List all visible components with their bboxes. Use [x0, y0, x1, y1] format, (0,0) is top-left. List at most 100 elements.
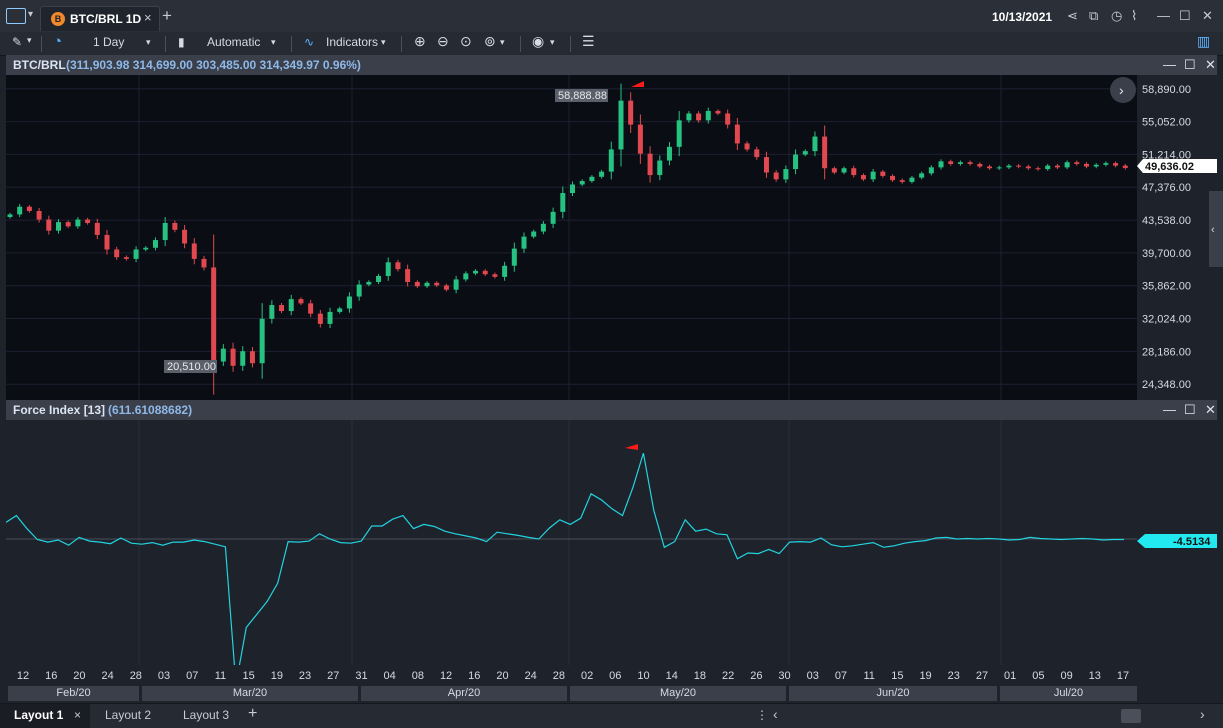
candle-type-icon[interactable]: ▮ — [178, 35, 185, 49]
pencil-dropdown-icon[interactable]: ▾ — [27, 35, 32, 46]
candle-body — [1113, 163, 1119, 166]
candle-body — [298, 299, 304, 304]
pane-maximize-icon[interactable]: ☐ — [1184, 402, 1196, 418]
pane-close-icon[interactable]: ✕ — [1205, 57, 1216, 73]
layout-menu-icon[interactable]: ⋮ — [756, 708, 768, 722]
clock-icon[interactable]: ◷ — [1111, 8, 1122, 24]
alert-icon[interactable]: ⌇ — [1131, 8, 1137, 24]
layout-close-icon[interactable]: × — [74, 708, 81, 722]
add-layout-icon[interactable]: + — [248, 705, 257, 723]
settings-icon[interactable]: ☰ — [582, 33, 595, 50]
force-pane-values: (611.61088682) — [108, 403, 193, 417]
share-icon[interactable]: ⋖ — [1067, 8, 1078, 24]
x-tick-label: 26 — [750, 670, 762, 682]
candle-body — [182, 229, 188, 244]
candle-body — [85, 219, 91, 223]
app-chart-icon[interactable] — [6, 8, 26, 24]
tab-close-icon[interactable]: × — [144, 10, 152, 25]
candle-body — [802, 151, 808, 155]
scrollbar-thumb[interactable] — [1121, 709, 1141, 723]
force-index-chart[interactable] — [6, 420, 1137, 665]
month-axis: Feb/20 Mar/20 Apr/20 May/20 Jun/20 Jul/20 — [6, 685, 1137, 702]
maximize-icon[interactable]: ☐ — [1179, 8, 1191, 24]
zoom-dropdown-icon[interactable]: ▾ — [500, 37, 505, 48]
candle-body — [734, 124, 740, 144]
y-tick-label: 28,186.00 — [1142, 346, 1191, 358]
scroll-left-icon[interactable]: ‹ — [773, 706, 778, 722]
x-tick-label: 22 — [722, 670, 734, 682]
chart-type-select[interactable]: Automatic — [207, 35, 260, 49]
candle-body — [521, 236, 527, 249]
x-tick-label: 19 — [271, 670, 283, 682]
price-pane-values: (311,903.98 314,699.00 303,485.00 314,34… — [66, 58, 361, 72]
toolbar: ✎ ▾ ◔ 1 Day ▾ ▮ Automatic ▾ ∿ Indicators… — [0, 32, 1223, 56]
x-tick-label: 11 — [215, 670, 226, 682]
zoom-out-icon[interactable]: ⊖ — [437, 33, 449, 50]
app-menu-chevron-icon[interactable]: ▾ — [28, 9, 33, 20]
x-axis: 12 16 20 24 28 03 07 11 15 19 23 27 31 04 08 12 16 20 24 28… — [17, 670, 1129, 682]
x-tick-label: 06 — [609, 670, 621, 682]
candle-body — [696, 113, 702, 121]
candle-body — [376, 275, 382, 282]
pane-close-icon[interactable]: ✕ — [1205, 402, 1216, 418]
eye-icon[interactable]: ◉ — [532, 33, 544, 50]
chevron-right-icon[interactable]: › — [1119, 82, 1124, 98]
candle-body — [191, 243, 197, 259]
candle-body — [133, 249, 139, 259]
candle-body — [211, 267, 217, 362]
candle-body — [511, 248, 517, 266]
x-tick-label: 24 — [101, 670, 113, 682]
x-tick-label: 27 — [327, 670, 339, 682]
zoom-fit-icon[interactable]: ⊙ — [460, 33, 472, 50]
candle-body — [1093, 164, 1099, 167]
divider — [401, 36, 402, 52]
force-pane-header: Force Index [13] (611.61088682) — ☐ ✕ — [6, 400, 1217, 420]
export-icon[interactable]: ⧉ — [1089, 8, 1098, 24]
layout-tab-3[interactable]: Layout 3 — [183, 708, 229, 722]
candle-body — [773, 172, 779, 180]
eye-dropdown-icon[interactable]: ▾ — [550, 37, 555, 48]
candle-body — [705, 110, 711, 121]
x-tick-label: 16 — [468, 670, 480, 682]
indicators-button[interactable]: Indicators — [326, 35, 378, 49]
interval-dropdown-icon[interactable]: ▾ — [146, 37, 151, 48]
chevron-left-icon[interactable]: ‹ — [1211, 224, 1215, 236]
x-tick-label: 03 — [807, 670, 819, 682]
add-tab-icon[interactable]: + — [162, 6, 172, 26]
x-tick-label: 10 — [637, 670, 649, 682]
pencil-icon[interactable]: ✎ — [12, 35, 22, 49]
y-tick-label: 39,700.00 — [1142, 248, 1191, 260]
candle-body — [841, 168, 847, 173]
panel-toggle-icon[interactable]: ▥ — [1197, 33, 1210, 50]
indicators-dropdown-icon[interactable]: ▾ — [381, 37, 386, 48]
layout-tab-1[interactable]: Layout 1 × — [0, 704, 90, 728]
divider — [165, 36, 166, 52]
interval-select[interactable]: 1 Day — [93, 35, 124, 49]
x-tick-label: 12 — [17, 670, 29, 682]
close-icon[interactable]: ✕ — [1202, 8, 1213, 24]
clock-icon[interactable]: ◔ — [53, 33, 62, 50]
scroll-right-icon[interactable]: › — [1200, 706, 1205, 722]
pane-maximize-icon[interactable]: ☐ — [1184, 57, 1196, 73]
candle-body — [812, 136, 818, 152]
price-chart[interactable]: 58,888.88 20,510.00 › — [6, 75, 1137, 400]
pane-minimize-icon[interactable]: — — [1163, 57, 1176, 72]
candle-body — [327, 311, 333, 324]
candle-body — [666, 146, 672, 161]
x-tick-label: 18 — [694, 670, 706, 682]
pane-minimize-icon[interactable]: — — [1163, 402, 1176, 417]
candle-body — [715, 110, 721, 114]
minimize-icon[interactable]: — — [1157, 8, 1170, 23]
zoom-in-icon[interactable]: ⊕ — [414, 33, 426, 50]
price-pane-title: BTC/BRL — [13, 58, 66, 72]
chart-type-dropdown-icon[interactable]: ▾ — [271, 37, 276, 48]
candle-body — [346, 296, 352, 309]
indicators-icon[interactable]: ∿ — [304, 35, 314, 49]
x-tick-label: 24 — [525, 670, 537, 682]
layout-tab-2[interactable]: Layout 2 — [105, 708, 151, 722]
zoom-reset-icon[interactable]: ⊚ — [484, 33, 496, 50]
tab-btc-brl[interactable]: B BTC/BRL 1D × — [40, 6, 160, 31]
candle-body — [870, 171, 876, 180]
candle-body — [618, 100, 624, 150]
x-tick-label: 09 — [1060, 670, 1072, 682]
